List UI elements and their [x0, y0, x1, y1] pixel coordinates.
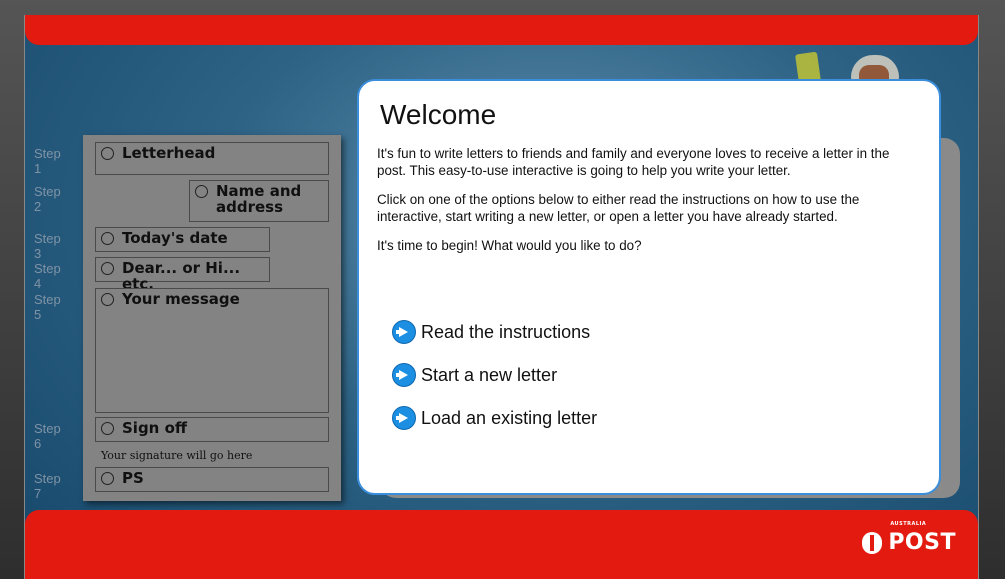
message-label: Your message: [122, 290, 240, 308]
sign-off-field[interactable]: Sign off: [95, 417, 329, 442]
welcome-dialog: Welcome It's fun to write letters to fri…: [357, 79, 941, 495]
name-address-field[interactable]: Name and address: [189, 180, 329, 222]
date-label: Today's date: [122, 229, 228, 247]
bottom-bar: AUSTRALIA POST: [25, 510, 978, 579]
radio-icon: [101, 472, 114, 485]
logo-small-text: AUSTRALIA: [890, 521, 927, 527]
step-3-label: Step 3: [34, 231, 61, 261]
radio-icon: [101, 262, 114, 275]
arrow-right-icon: [392, 406, 416, 430]
radio-icon: [101, 232, 114, 245]
start-new-letter-label: Start a new letter: [421, 364, 558, 385]
logo-main-text: POST: [888, 530, 956, 555]
read-instructions-button[interactable]: Read the instructions: [392, 319, 590, 345]
arrow-right-icon: [392, 363, 416, 387]
top-bar: [25, 15, 978, 45]
step-5-label: Step 5: [34, 292, 61, 322]
radio-icon: [101, 422, 114, 435]
step-2-label: Step 2: [34, 184, 61, 214]
name-address-label-line2: address: [216, 198, 284, 216]
australia-post-logo: AUSTRALIA POST: [862, 521, 956, 555]
load-existing-letter-label: Load an existing letter: [421, 407, 598, 428]
letterhead-field[interactable]: Letterhead: [95, 142, 329, 175]
step-1-label: Step 1: [34, 146, 61, 176]
step-4-label: Step 4: [34, 261, 61, 291]
start-new-letter-button[interactable]: Start a new letter: [392, 362, 557, 388]
ps-field[interactable]: PS: [95, 467, 329, 492]
greeting-field[interactable]: Dear... or Hi... etc.: [95, 257, 270, 292]
date-field[interactable]: Today's date: [95, 227, 270, 252]
app-stage: Step 1 Step 2 Step 3 Step 4 Step 5 Step …: [24, 15, 979, 579]
step-7-label: Step 7: [34, 471, 61, 501]
radio-icon: [101, 293, 114, 306]
letterhead-label: Letterhead: [122, 144, 216, 162]
signature-hint: Your signature will go here: [101, 449, 253, 462]
intro-paragraph: It's fun to write letters to friends and…: [377, 146, 890, 178]
arrow-right-icon: [392, 320, 416, 344]
instructions-paragraph: Click on one of the options below to eit…: [377, 192, 860, 224]
dialog-title: Welcome: [380, 99, 497, 130]
prompt-paragraph: It's time to begin! What would you like …: [377, 238, 642, 253]
ps-label: PS: [122, 469, 144, 487]
read-instructions-label: Read the instructions: [421, 321, 591, 342]
radio-icon: [195, 185, 208, 198]
radio-icon: [101, 147, 114, 160]
load-existing-letter-button[interactable]: Load an existing letter: [392, 405, 597, 431]
step-6-label: Step 6: [34, 421, 61, 451]
message-field[interactable]: Your message: [95, 288, 329, 413]
letter-paper: Letterhead Name and address Today's date…: [83, 135, 341, 501]
post-logo-icon: [862, 531, 883, 554]
sign-off-label: Sign off: [122, 419, 188, 437]
